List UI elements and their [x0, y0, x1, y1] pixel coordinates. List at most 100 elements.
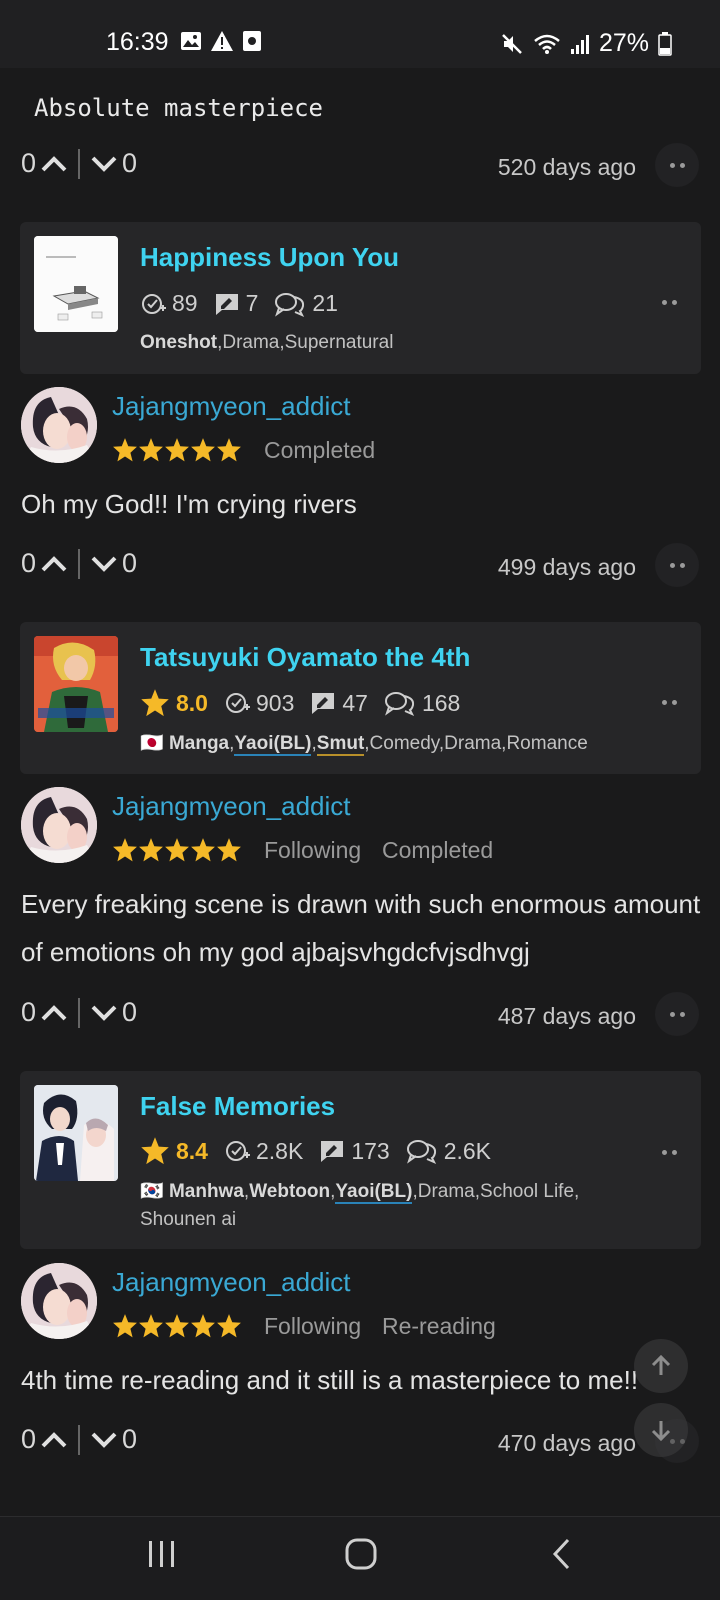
follow-check-icon: [142, 293, 166, 314]
more-options-button[interactable]: [655, 992, 699, 1036]
rating-stars: [112, 437, 242, 463]
rating-stars: [112, 837, 242, 863]
chevron-down-icon[interactable]: [90, 1430, 118, 1450]
rating-stars: [112, 1313, 242, 1339]
back-icon: [552, 1538, 570, 1570]
chevron-up-icon[interactable]: [40, 554, 68, 574]
manga-title[interactable]: Tatsuyuki Oyamato the 4th: [140, 642, 470, 673]
tag-yaoi[interactable]: Yaoi(BL): [234, 733, 312, 756]
country-flag: 🇰🇷: [140, 1181, 164, 1202]
clock: 16:39: [106, 28, 169, 56]
tag-yaoi[interactable]: Yaoi(BL): [335, 1181, 413, 1204]
comment-text: Absolute masterpiece: [34, 94, 323, 122]
scroll-bottom-button[interactable]: [634, 1403, 688, 1457]
star-icon: [113, 438, 137, 462]
follow-check-icon: [225, 1141, 250, 1161]
vote-separator: [78, 997, 81, 1028]
manga-rating: 8.0: [176, 689, 208, 716]
tag-smut[interactable]: Smut: [316, 733, 365, 756]
avatar[interactable]: [21, 1263, 97, 1339]
star-icon: [113, 1314, 137, 1338]
vote-separator: [78, 148, 81, 179]
tag-format[interactable]: Manhwa: [169, 1181, 244, 1202]
vote-separator: [78, 1424, 81, 1455]
manga-title[interactable]: Happiness Upon You: [140, 242, 399, 273]
more-dots-icon: [669, 162, 685, 168]
battery-percent: 27%: [598, 29, 649, 57]
tag-format[interactable]: Oneshot: [140, 332, 217, 353]
comment-count: 21: [312, 290, 338, 316]
chevron-up-icon[interactable]: [40, 1003, 68, 1023]
manga-tags: 🇯🇵 Manga,Yaoi(BL),Smut,Comedy,Drama,Roma…: [140, 733, 588, 756]
chevron-down-icon[interactable]: [90, 554, 118, 574]
star-icon: [217, 438, 241, 462]
recent-apps-icon: [149, 1541, 174, 1567]
comments-icon: [384, 692, 415, 716]
chevron-up-icon[interactable]: [40, 154, 68, 174]
battery-icon: [658, 31, 672, 56]
timestamp: 520 days ago: [497, 154, 636, 180]
mute-icon: [502, 33, 522, 54]
username[interactable]: Jajangmyeon_addict: [112, 791, 351, 822]
comment-count: 168: [421, 689, 461, 716]
scroll-top-button[interactable]: [634, 1339, 688, 1393]
manga-card[interactable]: Tatsuyuki Oyamato the 4th 8.0 903 47 168…: [20, 622, 701, 774]
comments-icon: [275, 292, 305, 317]
tag-webtoon[interactable]: Webtoon: [249, 1181, 330, 1202]
star-icon: [165, 438, 189, 462]
review-count: 47: [342, 689, 368, 716]
home-button[interactable]: [344, 1537, 378, 1576]
timestamp: 470 days ago: [497, 1430, 636, 1456]
manga-card[interactable]: False Memories 8.4 2.8K 173 2.6K 🇰🇷 Manh…: [20, 1071, 701, 1249]
star-icon: [191, 838, 215, 862]
more-dots-icon: [669, 562, 685, 568]
follow-status: Following: [264, 1313, 362, 1339]
review-text: 4th time re-reading and it still is a ma…: [21, 1365, 639, 1395]
read-status: Completed: [264, 437, 376, 463]
star-icon: [141, 689, 169, 717]
timestamp: 499 days ago: [497, 554, 636, 580]
tag-genres[interactable]: ,Comedy,Drama,Romance: [364, 733, 588, 754]
chevron-down-icon[interactable]: [90, 154, 118, 174]
avatar[interactable]: [21, 387, 97, 463]
manga-title[interactable]: False Memories: [140, 1091, 335, 1122]
card-more-icon[interactable]: [662, 300, 677, 305]
tag-genres[interactable]: ,Drama,School Life,: [412, 1181, 579, 1202]
star-icon: [217, 1314, 241, 1338]
more-options-button[interactable]: [655, 543, 699, 587]
follow-count: 903: [255, 689, 295, 716]
follow-count: 2.8K: [255, 1137, 304, 1164]
manga-cover[interactable]: [34, 636, 118, 732]
chevron-down-icon[interactable]: [90, 1003, 118, 1023]
tag-genres[interactable]: ,Drama,Supernatural: [217, 332, 393, 353]
star-icon: [139, 838, 163, 862]
star-icon: [165, 1314, 189, 1338]
wifi-icon: [534, 34, 560, 54]
upvote-count: 0: [21, 997, 37, 1027]
card-more-icon[interactable]: [662, 700, 677, 705]
tag-genres-extra[interactable]: Shounen ai: [140, 1209, 236, 1230]
star-icon: [165, 838, 189, 862]
avatar[interactable]: [21, 787, 97, 863]
username[interactable]: Jajangmyeon_addict: [112, 391, 351, 422]
more-options-button[interactable]: [655, 143, 699, 187]
comment-count: 2.6K: [443, 1137, 492, 1164]
manga-cover[interactable]: [34, 1085, 118, 1181]
status-bar: 16:39 27%: [0, 0, 720, 68]
username[interactable]: Jajangmyeon_addict: [112, 1267, 351, 1298]
feed[interactable]: Absolute masterpiece 0 0 520 days ago Ha…: [0, 68, 720, 1516]
manga-cover[interactable]: [34, 236, 118, 332]
star-icon: [217, 838, 241, 862]
review-icon: [312, 693, 335, 714]
card-more-icon[interactable]: [662, 1150, 677, 1155]
manga-rating: 8.4: [176, 1137, 208, 1164]
back-button[interactable]: [550, 1537, 574, 1576]
system-nav-bar: [0, 1516, 720, 1600]
tag-format[interactable]: Manga: [169, 733, 229, 754]
recent-apps-button[interactable]: [147, 1537, 177, 1576]
vote-bar: 0 0: [21, 997, 137, 1028]
manga-card[interactable]: Happiness Upon You 89 7 21 Oneshot,Drama…: [20, 222, 701, 374]
star-icon: [191, 438, 215, 462]
chevron-up-icon[interactable]: [40, 1430, 68, 1450]
downvote-count: 0: [122, 997, 138, 1027]
